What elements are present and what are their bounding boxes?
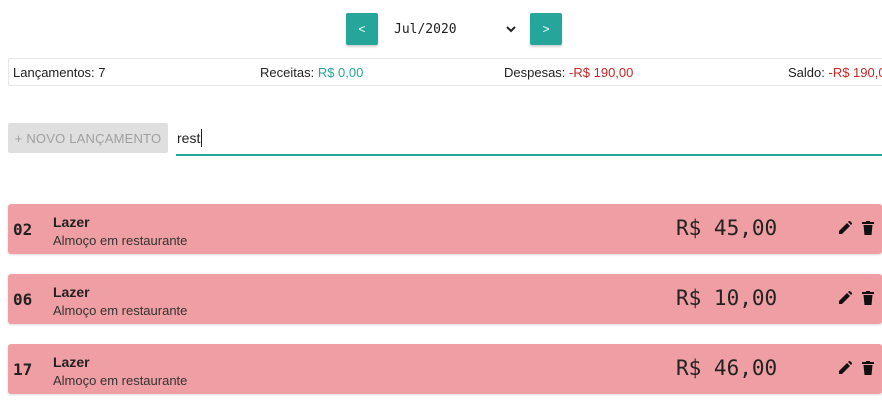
balance-label: Saldo: xyxy=(788,65,825,80)
trash-icon[interactable] xyxy=(862,221,874,235)
income-summary: Receitas: R$ 0,00 xyxy=(260,65,363,80)
entry-category: Lazer xyxy=(53,354,90,370)
entry-category: Lazer xyxy=(53,214,90,230)
filter-input[interactable] xyxy=(176,123,882,153)
entry-day: 02 xyxy=(13,220,32,239)
expenses-summary: Despesas: -R$ 190,00 xyxy=(504,65,633,80)
entry-row: 02 Lazer Almoço em restaurante R$ 45,00 xyxy=(8,204,882,254)
entry-row: 17 Lazer Almoço em restaurante R$ 46,00 xyxy=(8,344,882,394)
entry-row: 06 Lazer Almoço em restaurante R$ 10,00 xyxy=(8,274,882,324)
entry-description: Almoço em restaurante xyxy=(53,233,187,248)
chevron-down-icon xyxy=(504,22,518,36)
expenses-label: Despesas: xyxy=(504,65,565,80)
launches-value: 7 xyxy=(98,65,105,80)
filter-field xyxy=(176,123,882,156)
previous-period-button[interactable]: < xyxy=(346,13,378,45)
period-select-value: Jul/2020 xyxy=(394,22,457,37)
period-select[interactable]: Jul/2020 xyxy=(384,13,524,45)
pencil-icon[interactable] xyxy=(838,291,852,305)
balance-value: -R$ 190,00 xyxy=(829,65,882,80)
trash-icon[interactable] xyxy=(862,291,874,305)
balance-summary: Saldo: -R$ 190,00 xyxy=(788,65,882,80)
trash-icon[interactable] xyxy=(862,361,874,375)
entry-day: 17 xyxy=(13,360,32,379)
entry-description: Almoço em restaurante xyxy=(53,303,187,318)
next-period-button[interactable]: > xyxy=(530,13,562,45)
entry-amount: R$ 45,00 xyxy=(676,216,777,240)
pencil-icon[interactable] xyxy=(838,361,852,375)
launches-label: Lançamentos: xyxy=(13,65,95,80)
expenses-value: -R$ 190,00 xyxy=(569,65,633,80)
entries-list: 02 Lazer Almoço em restaurante R$ 45,00 … xyxy=(8,204,882,414)
entry-day: 06 xyxy=(13,290,32,309)
text-caret xyxy=(201,129,202,147)
entry-amount: R$ 46,00 xyxy=(676,356,777,380)
entry-category: Lazer xyxy=(53,284,90,300)
entry-amount: R$ 10,00 xyxy=(676,286,777,310)
entry-description: Almoço em restaurante xyxy=(53,373,187,388)
income-label: Receitas: xyxy=(260,65,314,80)
period-navigation: < Jul/2020 > xyxy=(346,13,562,45)
summary-bar: Lançamentos: 7 Receitas: R$ 0,00 Despesa… xyxy=(8,58,882,86)
income-value: R$ 0,00 xyxy=(318,65,364,80)
new-entry-button[interactable]: + NOVO LANÇAMENTO xyxy=(8,123,168,153)
launches-summary: Lançamentos: 7 xyxy=(13,65,106,80)
pencil-icon[interactable] xyxy=(838,221,852,235)
